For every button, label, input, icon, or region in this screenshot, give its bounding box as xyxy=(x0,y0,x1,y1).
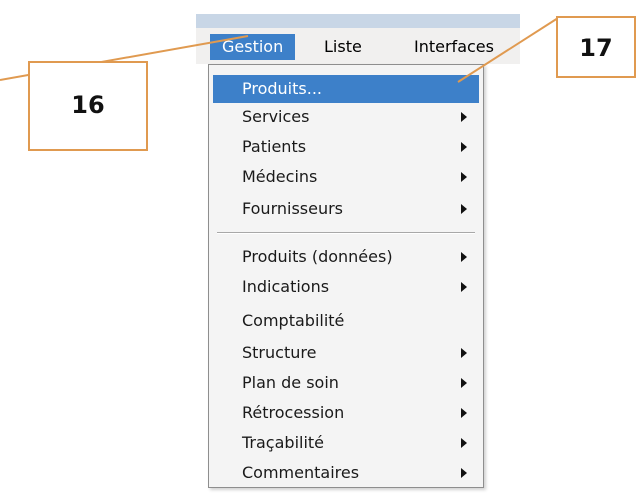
callout-16: 16 xyxy=(28,61,148,151)
screenshot-stage: Gestion Liste Interfaces Produits... Ser… xyxy=(0,0,638,493)
callout-17-pointer-line xyxy=(457,17,559,83)
callout-17: 17 xyxy=(556,16,636,78)
